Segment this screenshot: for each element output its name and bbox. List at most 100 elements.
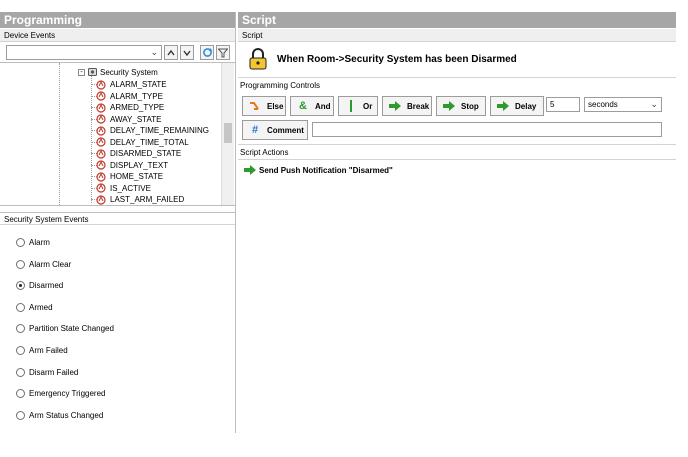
stop-button-label: Stop [461, 101, 479, 111]
event-option-label: Arm Status Changed [29, 410, 104, 420]
break-button-label: Break [407, 101, 430, 111]
delay-button-label: Delay [515, 101, 537, 111]
variable-icon [96, 183, 106, 193]
chevron-down-icon[interactable]: ⌄ [650, 98, 658, 111]
tree-root-security-system[interactable]: - Security System [78, 67, 158, 77]
lock-icon [249, 48, 267, 70]
event-option[interactable]: Partition State Changed [16, 324, 114, 334]
stop-button[interactable]: Stop [436, 96, 486, 116]
event-option[interactable]: Emergency Triggered [16, 389, 105, 399]
comment-button[interactable]: # Comment [242, 120, 308, 140]
tree-root-label: Security System [100, 67, 158, 77]
move-down-button[interactable] [180, 45, 194, 60]
radio-button[interactable] [16, 389, 25, 399]
script-action-row[interactable]: Send Push Notification "Disarmed" [244, 165, 393, 175]
programming-header: Programming [0, 12, 235, 28]
delay-value-input[interactable]: 5 [546, 97, 580, 112]
tree-variable-item[interactable]: ALARM_STATE [96, 79, 167, 90]
radio-button[interactable] [16, 367, 25, 377]
up-arrow-icon [167, 49, 175, 55]
or-button[interactable]: Or [338, 96, 378, 116]
script-title: When Room->Security System has been Disa… [277, 54, 517, 65]
down-arrow-icon [183, 50, 191, 56]
tree-variable-label: AWAY_STATE [110, 114, 162, 124]
tree-variable-label: ALARM_STATE [110, 80, 167, 89]
variable-icon [96, 171, 106, 182]
event-option-label: Arm Failed [29, 346, 68, 355]
radio-button[interactable] [16, 302, 25, 312]
programming-controls-label: Programming Controls [240, 81, 321, 90]
event-option[interactable]: Alarm Clear [16, 259, 72, 269]
radio-button[interactable] [16, 410, 25, 420]
radio-button[interactable] [16, 238, 25, 247]
tree-variable-label: DISARMED_STATE [110, 149, 182, 158]
break-button[interactable]: Break [382, 96, 432, 116]
tree-variable-item[interactable]: ARMED_TYPE [96, 102, 164, 113]
radio-button[interactable] [16, 346, 25, 355]
tree-variable-item[interactable]: LAST_ARM_FAILED [96, 194, 184, 205]
tree-scrollbar[interactable] [221, 63, 234, 205]
tree-variable-item[interactable]: DISARMED_STATE [96, 148, 181, 159]
tree-variable-item[interactable]: AWAY_STATE [96, 114, 161, 125]
scrollbar-thumb[interactable] [224, 123, 232, 143]
comment-input[interactable] [312, 122, 662, 137]
tree-variable-item[interactable]: DELAY_TIME_TOTAL [96, 137, 189, 148]
tree-variable-item[interactable]: HOME_STATE [96, 171, 163, 182]
tree-variable-label: DELAY_TIME_TOTAL [110, 137, 189, 147]
tree-variable-label: HOME_STATE [110, 172, 164, 181]
variable-icon [96, 148, 106, 159]
event-option-label: Disarmed [29, 281, 64, 291]
tree-variable-label: LAST_ARM_FAILED [110, 195, 185, 204]
event-option[interactable]: Arm Status Changed [16, 410, 104, 420]
event-option[interactable]: Arm Failed [16, 346, 68, 355]
delay-unit-value: seconds [588, 100, 618, 109]
device-search-combo[interactable]: ⌄ [6, 45, 162, 60]
tree-guide [91, 75, 93, 203]
chevron-down-icon[interactable]: ⌄ [150, 47, 158, 58]
tree-variable-item[interactable]: IS_ACTIVE [96, 183, 151, 194]
variable-icon [96, 160, 106, 170]
move-up-button[interactable] [164, 45, 178, 60]
filter-icon [218, 48, 228, 57]
variable-icon [96, 114, 106, 124]
script-label: Script [238, 29, 676, 42]
event-option[interactable]: Disarmed [16, 281, 64, 291]
or-button-label: Or [363, 101, 373, 111]
device-tree[interactable]: - Security System ALARM_STATE ALARM_TYPE A… [0, 62, 235, 206]
event-option[interactable]: Armed [16, 302, 53, 312]
security-events-label: Security System Events [0, 212, 235, 225]
event-option-label: Alarm Clear [29, 259, 72, 269]
tree-variable-item[interactable]: DISPLAY_TEXT [96, 160, 168, 171]
tree-variable-label: IS_ACTIVE [110, 183, 151, 193]
green-arrow-icon [388, 100, 402, 112]
green-arrow-icon [496, 100, 510, 112]
script-action-text: Send Push Notification "Disarmed" [259, 165, 393, 175]
device-events-label: Device Events [0, 29, 235, 42]
radio-button[interactable] [16, 259, 25, 269]
else-icon [248, 100, 262, 112]
radio-button[interactable] [16, 324, 25, 334]
filter-button[interactable] [216, 45, 230, 60]
delay-button[interactable]: Delay [490, 96, 544, 116]
panel-divider [235, 12, 236, 433]
event-option[interactable]: Disarm Failed [16, 367, 79, 377]
refresh-button[interactable] [200, 45, 214, 60]
event-option[interactable]: Alarm [16, 238, 50, 247]
event-option-label: Disarm Failed [29, 367, 79, 377]
script-actions-label: Script Actions [240, 148, 289, 157]
green-arrow-icon [442, 100, 456, 112]
radio-button[interactable] [16, 281, 25, 291]
collapse-icon[interactable]: - [78, 68, 85, 76]
divider [238, 144, 676, 145]
delay-unit-select[interactable]: seconds ⌄ [584, 97, 662, 112]
tree-variable-item[interactable]: DELAY_TIME_REMAINING [96, 125, 209, 136]
tree-variable-item[interactable]: ALARM_TYPE [96, 91, 163, 102]
variable-icon [96, 91, 106, 101]
refresh-icon [202, 48, 212, 57]
tree-variable-label: DELAY_TIME_REMAINING [110, 126, 209, 135]
ampersand-icon: & [299, 100, 307, 112]
else-button[interactable]: Else [242, 96, 286, 116]
variable-icon [96, 137, 106, 147]
tree-guide [59, 63, 61, 205]
and-button[interactable]: & And [290, 96, 334, 116]
